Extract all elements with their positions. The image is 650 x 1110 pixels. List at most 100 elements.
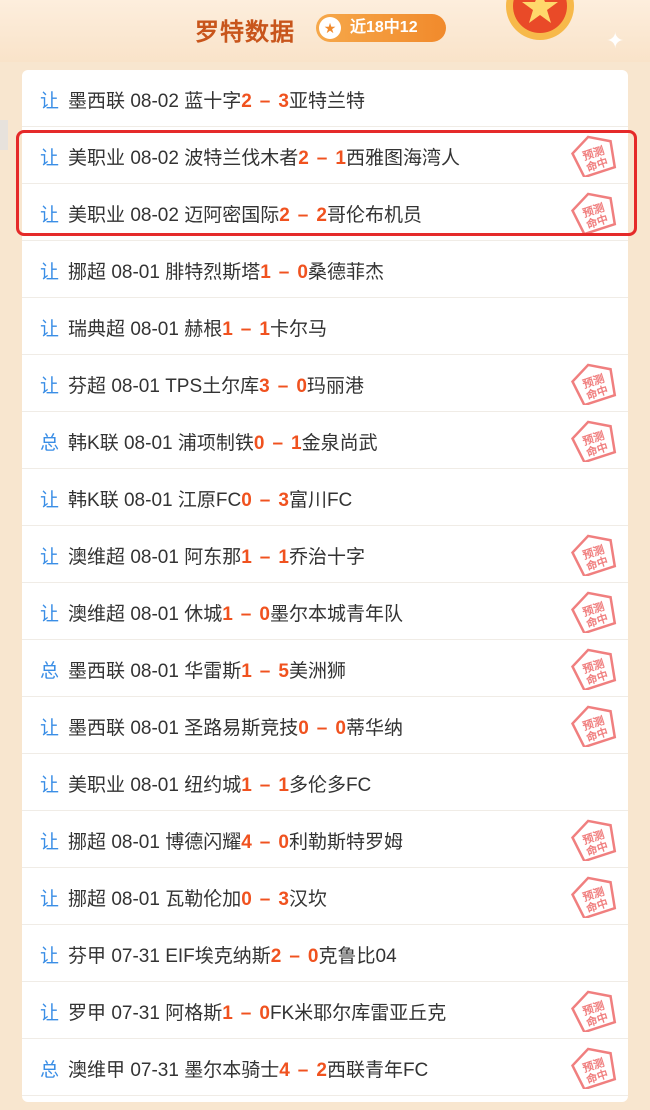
prediction-hit-stamp-icon: 预测命中 <box>570 819 617 861</box>
match-date: 08-01 <box>130 319 179 340</box>
away-team: 利勒斯特罗姆 <box>288 832 403 853</box>
list-item[interactable]: 总墨西联 08-01 华雷斯1–5美洲狮 预测 命中 <box>22 640 628 697</box>
home-team: 华雷斯 <box>184 661 242 682</box>
league-name: 澳维甲 <box>68 1060 126 1081</box>
league-name: 墨西联 <box>68 718 126 739</box>
league-name: 澳维超 <box>68 604 126 625</box>
away-score: 3 <box>278 91 289 112</box>
match-date: 08-01 <box>130 718 179 739</box>
match-date: 08-01 <box>111 832 160 853</box>
match-line: 让芬甲 07-31 EIF埃克纳斯2–0克鲁比04 <box>40 941 397 968</box>
away-score: 3 <box>278 889 289 910</box>
bet-type: 总 <box>40 1060 60 1081</box>
league-name: 罗甲 <box>68 1003 107 1024</box>
list-item[interactable]: 总澳维甲 07-31 墨尔本骑士4–2西联青年FC 预测 命中 <box>22 1039 628 1096</box>
home-team: 阿格斯 <box>165 1003 223 1024</box>
league-name: 挪超 <box>68 832 107 853</box>
bet-type: 让 <box>40 775 60 796</box>
away-score: 0 <box>335 718 346 739</box>
home-team: 赫根 <box>184 319 223 340</box>
away-score: 1 <box>291 433 302 454</box>
list-item[interactable]: 让韩K联 08-01 江原FC0–3富川FC <box>22 469 628 526</box>
league-name: 芬甲 <box>68 946 107 967</box>
list-item[interactable]: 让瑞典超 08-01 赫根1–1卡尔马 <box>22 298 628 355</box>
list-item[interactable]: 让墨西联 08-02 蓝十字2–3亚特兰特 <box>22 70 628 127</box>
list-item[interactable]: 让芬甲 07-31 EIF埃克纳斯2–0克鲁比04 <box>22 925 628 982</box>
bet-type: 让 <box>40 262 60 283</box>
score-separator: – <box>240 319 252 340</box>
home-score: 0 <box>253 433 265 454</box>
away-team: 亚特兰特 <box>288 91 365 112</box>
away-team: 卡尔马 <box>269 319 327 340</box>
score-separator: – <box>278 262 290 283</box>
home-score: 1 <box>241 547 252 568</box>
match-line: 让芬超 08-01 TPS土尔库3–0玛丽港 <box>40 371 364 398</box>
score-separator: – <box>272 433 284 454</box>
home-score: 1 <box>222 1003 233 1024</box>
away-score: 2 <box>316 1060 327 1081</box>
away-score: 0 <box>259 1003 270 1024</box>
match-date: 07-31 <box>111 1003 160 1024</box>
away-score: 0 <box>278 832 289 853</box>
match-date: 07-31 <box>130 1060 179 1081</box>
match-line: 让瑞典超 08-01 赫根1–1卡尔马 <box>40 314 327 341</box>
match-line: 让挪超 08-01 瓦勒伦加0–3汉坎 <box>40 884 327 911</box>
home-team: 纽约城 <box>184 775 242 796</box>
bet-type: 让 <box>40 547 60 568</box>
home-team: 圣路易斯竞技 <box>184 718 299 739</box>
home-score: 0 <box>298 718 309 739</box>
away-score: 0 <box>296 376 307 397</box>
list-item[interactable]: 让澳维超 08-01 阿东那1–1乔治十字 预测 命中 <box>22 526 628 583</box>
list-item[interactable]: 让澳维超 08-01 休城1–0墨尔本城青年队 预测 命中 <box>22 583 628 640</box>
score-separator: – <box>240 604 252 625</box>
match-line: 让墨西联 08-01 圣路易斯竞技0–0蒂华纳 <box>40 713 403 740</box>
match-line: 让澳维超 08-01 阿东那1–1乔治十字 <box>40 542 365 569</box>
score-separator: – <box>259 547 271 568</box>
match-date: 07-31 <box>111 946 160 967</box>
list-item[interactable]: 让墨西联 08-01 圣路易斯竞技0–0蒂华纳 预测 命中 <box>22 697 628 754</box>
match-date: 08-01 <box>111 376 160 397</box>
home-score: 1 <box>241 661 252 682</box>
prediction-hit-stamp-icon: 预测命中 <box>570 591 617 633</box>
list-item[interactable]: 让芬超 08-01 TPS土尔库3–0玛丽港 预测 命中 <box>22 355 628 412</box>
list-item[interactable]: 让挪超 08-01 博德闪耀4–0利勒斯特罗姆 预测 命中 <box>22 811 628 868</box>
list-item[interactable]: 让挪超 08-01 瓦勒伦加0–3汉坎 预测 命中 <box>22 868 628 925</box>
away-score: 0 <box>307 946 319 967</box>
bet-type: 让 <box>40 490 60 511</box>
left-edge-fragment <box>0 120 8 150</box>
home-score: 0 <box>241 889 252 910</box>
away-team: 蒂华纳 <box>345 718 403 739</box>
list-item[interactable]: 总韩K联 08-01 浦项制铁0–1金泉尚武 预测 命中 <box>22 412 628 469</box>
score-separator: – <box>289 946 300 967</box>
home-team: 阿东那 <box>184 547 242 568</box>
away-team: 汉坎 <box>288 889 327 910</box>
list-item[interactable]: 让美职业 08-01 纽约城1–1多伦多FC <box>22 754 628 811</box>
away-team: 富川FC <box>288 490 353 511</box>
away-team: 西联青年FC <box>326 1060 429 1081</box>
list-item[interactable]: 让挪超 08-01 腓特烈斯塔1–0桑德菲杰 <box>22 241 628 298</box>
hit-rate-badge[interactable]: ★ 近18中12 <box>316 14 446 42</box>
league-name: 美职业 <box>68 775 126 796</box>
league-name: 芬超 <box>68 376 107 397</box>
highlight-box <box>16 130 637 236</box>
bet-type: 让 <box>40 376 60 397</box>
home-team: 蓝十字 <box>184 91 242 112</box>
home-team: TPS土尔库 <box>165 376 260 397</box>
away-score: 3 <box>278 490 289 511</box>
home-score: 2 <box>270 946 282 967</box>
away-score: 1 <box>278 547 289 568</box>
prediction-hit-stamp-icon: 预测命中 <box>570 990 617 1032</box>
league-name: 澳维超 <box>68 547 126 568</box>
list-item[interactable]: 让罗甲 07-31 阿格斯1–0FK米耶尔库雷亚丘克 预测 命中 <box>22 982 628 1039</box>
match-date: 08-01 <box>130 661 179 682</box>
score-separator: – <box>259 889 271 910</box>
league-name: 挪超 <box>68 262 107 283</box>
home-score: 0 <box>241 490 252 511</box>
home-team: 浦项制铁 <box>177 433 254 454</box>
home-score: 1 <box>241 775 252 796</box>
bet-type: 让 <box>40 889 60 910</box>
match-line: 总澳维甲 07-31 墨尔本骑士4–2西联青年FC <box>40 1055 428 1082</box>
home-team: 博德闪耀 <box>165 832 242 853</box>
home-score: 1 <box>222 319 233 340</box>
score-separator: – <box>316 718 328 739</box>
